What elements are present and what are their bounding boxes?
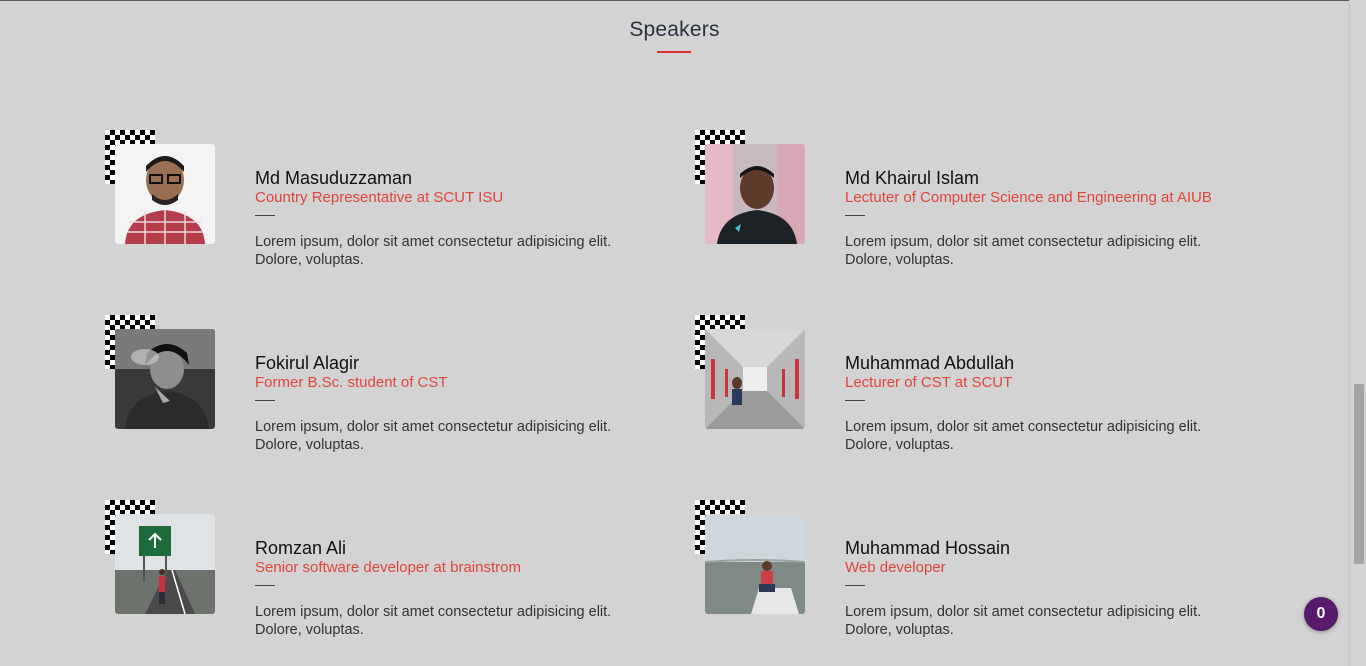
speaker-role: Former B.Sc. student of CST [255,374,448,391]
divider [845,400,865,401]
speaker-name: Md Khairul Islam [845,168,980,188]
speaker-photo [115,144,215,244]
speaker-photo [705,329,805,429]
divider [845,585,865,586]
speaker-name: Muhammad Abdullah [845,353,1015,373]
speaker-card: Romzan Ali Senior software developer at … [105,500,665,650]
speaker-bio: Lorem ipsum, dolor sit amet consectetur … [255,419,612,453]
scrollbar-thumb[interactable] [1354,384,1364,564]
speaker-name: Muhammad Hossain [845,538,1011,558]
speaker-card: Md Masuduzzaman Country Representative a… [105,130,665,280]
speaker-photo [705,144,805,244]
speaker-role: Lecturer of CST at SCUT [845,374,1013,391]
speaker-card: Md Khairul Islam Lectuter of Computer Sc… [695,130,1255,280]
speaker-bio: Lorem ipsum, dolor sit amet consectetur … [845,419,1202,453]
title-underline [657,51,691,53]
speaker-bio: Lorem ipsum, dolor sit amet consectetur … [255,234,612,268]
speaker-card: Fokirul Alagir Former B.Sc. student of C… [105,315,665,465]
speaker-photo [115,329,215,429]
divider [845,215,865,216]
speaker-bio: Lorem ipsum, dolor sit amet consectetur … [845,234,1202,268]
cart-count-button[interactable]: 0 [1304,597,1338,631]
divider [255,400,275,401]
speaker-role: Country Representative at SCUT ISU [255,189,504,206]
page-top-border [0,0,1366,1]
speaker-name: Romzan Ali [255,538,347,558]
speaker-name: Fokirul Alagir [255,353,360,373]
speaker-bio: Lorem ipsum, dolor sit amet consectetur … [255,604,612,638]
divider [255,585,275,586]
speaker-card: Muhammad Hossain Web developer Lorem ips… [695,500,1255,650]
scrollbar[interactable] [1349,0,1366,666]
divider [255,215,275,216]
speaker-card: Muhammad Abdullah Lecturer of CST at SCU… [695,315,1255,465]
speaker-role: Senior software developer at brainstrom [255,559,521,576]
speaker-photo [705,514,805,614]
speaker-role: Lectuter of Computer Science and Enginee… [845,189,1212,206]
section-title: Speakers [629,18,720,41]
speaker-bio: Lorem ipsum, dolor sit amet consectetur … [845,604,1202,638]
speaker-name: Md Masuduzzaman [255,168,413,188]
speaker-photo [115,514,215,614]
speaker-role: Web developer [845,559,946,576]
